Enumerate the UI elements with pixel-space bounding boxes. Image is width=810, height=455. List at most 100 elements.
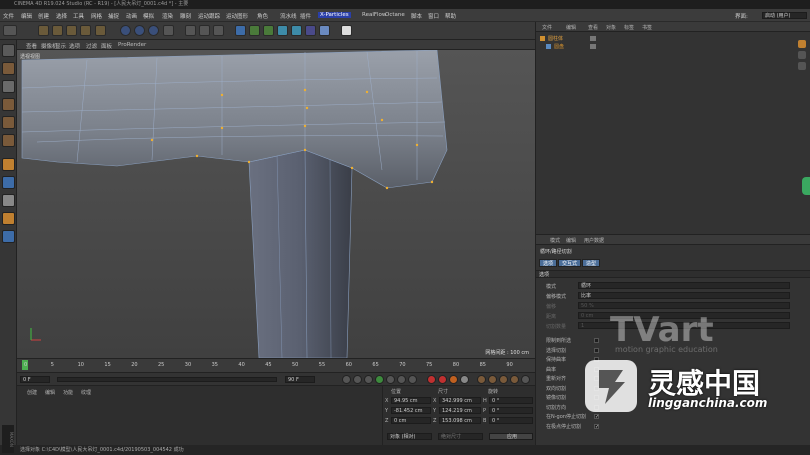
size-x-field[interactable]: 342.999 cm xyxy=(439,397,481,404)
size-y-field[interactable]: 124.219 cm xyxy=(439,407,481,414)
timeline-ruler[interactable]: 0 5 10 15 20 25 30 35 40 45 50 55 60 65 70 75 80 85 90 xyxy=(17,358,535,372)
material-menu-2[interactable]: 功能 xyxy=(63,389,73,396)
array-icon[interactable] xyxy=(277,25,288,36)
attr-menu-2[interactable]: 用户数据 xyxy=(584,237,604,244)
snap-icon[interactable] xyxy=(2,194,15,207)
pen-icon[interactable] xyxy=(249,25,260,36)
menu-7[interactable]: 动画 xyxy=(126,12,137,20)
menu-10[interactable]: 雕刻 xyxy=(180,12,191,20)
prev-frame-icon[interactable] xyxy=(364,375,373,384)
menu-0[interactable]: 文件 xyxy=(3,12,14,20)
object-menu-3[interactable]: 对象 xyxy=(606,24,616,31)
rot-p-field[interactable]: 0 ° xyxy=(489,407,533,414)
x-axis-icon[interactable] xyxy=(120,25,131,36)
rot-h-field[interactable]: 0 ° xyxy=(489,397,533,404)
position-key-icon[interactable] xyxy=(477,375,486,384)
points-mode-icon[interactable] xyxy=(2,98,15,111)
field-value-0[interactable]: 循环 xyxy=(578,282,790,289)
pos-y-field[interactable]: -81.452 cm xyxy=(391,407,431,414)
viewport-menu-3[interactable]: 选项 xyxy=(69,42,80,50)
auto-key-icon[interactable] xyxy=(438,375,447,384)
viewport-menu-5[interactable]: 面板 xyxy=(101,42,112,50)
menu-12[interactable]: 运动图形 xyxy=(226,12,248,20)
menu-21[interactable]: 帮助 xyxy=(445,12,456,20)
workplane-icon[interactable] xyxy=(2,212,15,225)
select-icon[interactable] xyxy=(38,25,49,36)
frame-range-slider[interactable] xyxy=(57,377,277,382)
menu-11[interactable]: 运动跟踪 xyxy=(198,12,220,20)
deformer-icon[interactable] xyxy=(291,25,302,36)
side-tab-handle[interactable] xyxy=(802,177,810,195)
tweak-mode-icon[interactable] xyxy=(2,176,15,189)
enable-axis-icon[interactable] xyxy=(2,158,15,171)
y-axis-icon[interactable] xyxy=(134,25,145,36)
attr-tab-2[interactable]: 造型 xyxy=(582,259,601,267)
field-value-2[interactable]: 50 % xyxy=(578,302,790,309)
goto-end-icon[interactable] xyxy=(408,375,417,384)
visibility-dots[interactable] xyxy=(590,36,596,41)
material-menu-3[interactable]: 纹理 xyxy=(81,389,91,396)
attr-tab-0[interactable]: 选项 xyxy=(539,259,558,267)
end-frame-field[interactable]: 90 F xyxy=(285,376,315,383)
rot-b-field[interactable]: 0 ° xyxy=(489,417,533,424)
menu-2[interactable]: 创建 xyxy=(38,12,49,20)
texture-mode-icon[interactable] xyxy=(2,80,15,93)
menu-15[interactable]: 插件 xyxy=(300,12,311,20)
attr-menu-0[interactable]: 模式 xyxy=(550,237,560,244)
current-frame-field[interactable]: 0 F xyxy=(20,376,50,383)
object-row[interactable]: 圆盘 xyxy=(540,43,660,50)
checkbox-1[interactable] xyxy=(594,347,599,353)
checkbox-8[interactable]: ✓ xyxy=(594,414,599,420)
rotation-key-icon[interactable] xyxy=(499,375,508,384)
record-icon[interactable] xyxy=(427,375,436,384)
menu-19[interactable]: 脚本 xyxy=(411,12,422,20)
undo-icon[interactable] xyxy=(3,25,17,36)
menu-16[interactable]: X-Particles xyxy=(318,12,351,18)
menu-18[interactable]: Octane xyxy=(385,12,405,18)
attr-tab-1[interactable]: 交互式 xyxy=(558,259,582,267)
structure-icon[interactable] xyxy=(798,62,806,70)
z-axis-icon[interactable] xyxy=(148,25,159,36)
size-z-field[interactable]: 153.098 cm xyxy=(439,417,481,424)
viewport-menu-2[interactable]: 显示 xyxy=(55,42,66,50)
subdivision-icon[interactable] xyxy=(263,25,274,36)
coord-mode-select[interactable]: 对象 (相对) xyxy=(387,433,432,440)
viewport-menu-0[interactable]: 查看 xyxy=(26,42,37,50)
object-name[interactable]: 圆柱体 xyxy=(548,35,563,42)
menu-6[interactable]: 捕捉 xyxy=(108,12,119,20)
menu-8[interactable]: 模拟 xyxy=(143,12,154,20)
menu-20[interactable]: 窗口 xyxy=(428,12,439,20)
viewport-menu-4[interactable]: 过滤 xyxy=(86,42,97,50)
menu-3[interactable]: 选择 xyxy=(56,12,67,20)
object-name[interactable]: 圆盘 xyxy=(554,43,564,50)
next-key-icon[interactable] xyxy=(397,375,406,384)
object-menu-4[interactable]: 标签 xyxy=(624,24,634,31)
make-editable-icon[interactable] xyxy=(2,44,15,57)
locked-workplane-icon[interactable] xyxy=(2,230,15,243)
scale-key-icon[interactable] xyxy=(488,375,497,384)
checkbox-9[interactable]: ✓ xyxy=(594,423,599,429)
field-value-1[interactable]: 比率 xyxy=(578,292,790,299)
layer-icon[interactable] xyxy=(798,40,806,48)
camera-icon[interactable] xyxy=(319,25,330,36)
layout-select[interactable]: 启动 (用户) xyxy=(762,12,807,19)
menu-1[interactable]: 编辑 xyxy=(21,12,32,20)
rotate-icon[interactable] xyxy=(80,25,91,36)
floor-icon[interactable] xyxy=(305,25,316,36)
menu-13[interactable]: 角色 xyxy=(257,12,268,20)
keyframe-selection-icon[interactable] xyxy=(449,375,458,384)
edges-mode-icon[interactable] xyxy=(2,116,15,129)
checkbox-0[interactable] xyxy=(594,338,599,343)
attr-menu-1[interactable]: 编辑 xyxy=(566,237,576,244)
perspective-viewport[interactable]: 透视视图 网格间距 : 100 cm xyxy=(17,50,535,358)
prev-key-icon[interactable] xyxy=(353,375,362,384)
goto-start-icon[interactable] xyxy=(342,375,351,384)
timeline-icon[interactable] xyxy=(521,375,530,384)
object-menu-1[interactable]: 编辑 xyxy=(566,24,576,31)
menu-5[interactable]: 网格 xyxy=(91,12,102,20)
content-browser-icon[interactable] xyxy=(798,51,806,59)
next-frame-icon[interactable] xyxy=(386,375,395,384)
scale-icon[interactable] xyxy=(66,25,77,36)
object-menu-2[interactable]: 查看 xyxy=(588,24,598,31)
param-key-icon[interactable] xyxy=(510,375,519,384)
